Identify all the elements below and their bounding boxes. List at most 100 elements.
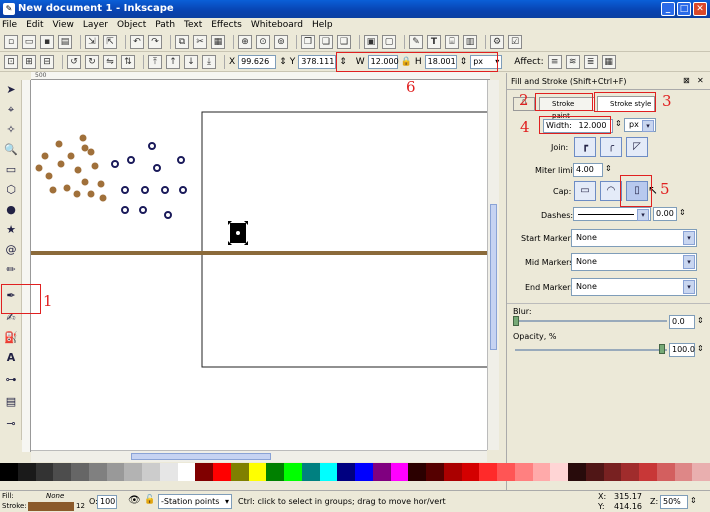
copy-icon[interactable]: ⧉ bbox=[175, 34, 189, 49]
swatch[interactable] bbox=[88, 463, 107, 481]
tweak-tool-icon[interactable]: ✧ bbox=[3, 122, 19, 138]
swatch[interactable] bbox=[106, 463, 125, 481]
swatch[interactable] bbox=[230, 463, 249, 481]
blur-field[interactable]: 0.0 bbox=[669, 315, 695, 329]
transform-patterns-icon[interactable]: ▦ bbox=[601, 54, 616, 69]
close-button[interactable]: ✕ bbox=[693, 2, 707, 16]
swatch[interactable] bbox=[461, 463, 480, 481]
scale-stroke-icon[interactable]: ≡ bbox=[547, 54, 562, 69]
stroke-swatch[interactable] bbox=[28, 502, 74, 511]
bevel-join-button[interactable]: ◸ bbox=[626, 137, 648, 157]
deselect-icon[interactable]: ⊟ bbox=[40, 54, 54, 69]
swatch[interactable] bbox=[337, 463, 355, 481]
zoom-spin-icon[interactable]: ⇕ bbox=[690, 496, 697, 505]
star-tool-icon[interactable]: ★ bbox=[3, 222, 19, 238]
group-icon[interactable]: ▣ bbox=[364, 34, 378, 49]
opacity-spin-icon[interactable]: ⇕ bbox=[697, 344, 704, 353]
swatch[interactable] bbox=[248, 463, 267, 481]
swatch[interactable] bbox=[621, 463, 639, 481]
menu-help[interactable]: Help bbox=[312, 20, 333, 30]
redo-icon[interactable]: ↷ bbox=[148, 34, 162, 49]
butt-cap-button[interactable]: ▭ bbox=[574, 181, 596, 201]
vertical-scroll-thumb[interactable] bbox=[490, 204, 497, 350]
fill-stroke-icon[interactable]: ✎ bbox=[409, 34, 423, 49]
menu-object[interactable]: Object bbox=[117, 20, 146, 30]
swatch[interactable] bbox=[656, 463, 675, 481]
mid-markers-select[interactable]: None ▾ bbox=[571, 253, 697, 271]
menu-effects[interactable]: Effects bbox=[211, 20, 242, 30]
panel-collapse-icon[interactable]: ⊠ bbox=[683, 76, 690, 85]
y-field[interactable]: 378.111 bbox=[298, 54, 337, 69]
menu-layer[interactable]: Layer bbox=[83, 20, 108, 30]
paint-bucket-tool-icon[interactable]: ⛽ bbox=[3, 330, 19, 346]
swatch[interactable] bbox=[550, 463, 568, 481]
open-icon[interactable]: ▭ bbox=[22, 34, 36, 49]
swatch[interactable] bbox=[284, 463, 302, 481]
rectangle-tool-icon[interactable]: ▭ bbox=[3, 162, 19, 178]
swatch[interactable] bbox=[0, 463, 18, 481]
dashes-offset-field[interactable]: 0.00 bbox=[653, 207, 677, 221]
swatch[interactable] bbox=[639, 463, 657, 481]
swatch[interactable] bbox=[159, 463, 178, 481]
drawing-canvas[interactable] bbox=[31, 80, 487, 450]
import-icon[interactable]: ⇲ bbox=[85, 34, 99, 49]
menu-path[interactable]: Path bbox=[155, 20, 175, 30]
xml-editor-icon[interactable]: ⌸ bbox=[445, 34, 459, 49]
raise-to-top-icon[interactable]: ⤒ bbox=[148, 54, 162, 69]
swatch[interactable] bbox=[355, 463, 373, 481]
swatch[interactable] bbox=[479, 463, 497, 481]
text-tool-icon[interactable]: A bbox=[3, 350, 19, 366]
lock-icon[interactable]: 🔓 bbox=[144, 495, 155, 505]
zoom-selection-icon[interactable]: ⊕ bbox=[238, 34, 252, 49]
connector-tool-icon[interactable]: ⊶ bbox=[3, 372, 19, 388]
swatch[interactable] bbox=[53, 463, 71, 481]
miter-join-button[interactable]: ┏ bbox=[574, 137, 596, 157]
swatch[interactable] bbox=[532, 463, 551, 481]
lower-icon[interactable]: ↓ bbox=[184, 54, 198, 69]
rotate-ccw-icon[interactable]: ↺ bbox=[67, 54, 81, 69]
swatch[interactable] bbox=[585, 463, 604, 481]
swatch[interactable] bbox=[514, 463, 533, 481]
swatch[interactable] bbox=[195, 463, 213, 481]
clone-icon[interactable]: ❏ bbox=[319, 34, 333, 49]
rotate-cw-icon[interactable]: ↻ bbox=[85, 54, 99, 69]
swatch[interactable] bbox=[390, 463, 409, 481]
swatch[interactable] bbox=[426, 463, 444, 481]
horizontal-scroll-thumb[interactable] bbox=[131, 453, 271, 460]
duplicate-icon[interactable]: ❐ bbox=[301, 34, 315, 49]
menu-text[interactable]: Text bbox=[184, 20, 202, 30]
unlink-clone-icon[interactable]: ❑ bbox=[337, 34, 351, 49]
paste-icon[interactable]: ▦ bbox=[211, 34, 225, 49]
swatch[interactable] bbox=[17, 463, 36, 481]
ellipse-tool-icon[interactable]: ● bbox=[3, 202, 19, 218]
select-all-icon[interactable]: ⊡ bbox=[4, 54, 18, 69]
scale-corners-icon[interactable]: ≋ bbox=[565, 54, 580, 69]
text-font-icon[interactable]: T bbox=[427, 34, 441, 49]
select-all-layers-icon[interactable]: ⊞ bbox=[22, 54, 36, 69]
zoom-tool-icon[interactable]: 🔍 bbox=[3, 142, 19, 158]
menu-file[interactable]: File bbox=[2, 20, 17, 30]
flip-horizontal-icon[interactable]: ⇋ bbox=[103, 54, 117, 69]
swatch[interactable] bbox=[301, 463, 320, 481]
eye-icon[interactable]: 👁 bbox=[128, 495, 141, 506]
zoom-drawing-icon[interactable]: ⊙ bbox=[256, 34, 270, 49]
x-field[interactable]: 99.626 bbox=[238, 54, 277, 69]
end-markers-select[interactable]: None ▾ bbox=[571, 278, 697, 296]
swatch[interactable] bbox=[142, 463, 160, 481]
opacity-slider-track[interactable] bbox=[515, 349, 667, 351]
opacity-slider-handle[interactable] bbox=[659, 344, 665, 354]
status-opacity-field[interactable]: 100 bbox=[97, 495, 117, 509]
export-icon[interactable]: ⇱ bbox=[103, 34, 117, 49]
lower-to-bottom-icon[interactable]: ⤓ bbox=[202, 54, 216, 69]
cut-icon[interactable]: ✂ bbox=[193, 34, 207, 49]
align-distribute-icon[interactable]: ▥ bbox=[463, 34, 477, 49]
blur-spin-icon[interactable]: ⇕ bbox=[697, 316, 704, 325]
gradient-tool-icon[interactable]: ▤ bbox=[3, 394, 19, 410]
swatch[interactable] bbox=[266, 463, 284, 481]
pencil-tool-icon[interactable]: ✏ bbox=[3, 262, 19, 278]
node-tool-icon[interactable]: ⌖ bbox=[3, 102, 19, 118]
blur-slider-track[interactable] bbox=[515, 320, 667, 322]
width-spin-icon[interactable]: ⇕ bbox=[615, 119, 622, 128]
horizontal-scrollbar[interactable] bbox=[31, 450, 487, 462]
swatch[interactable] bbox=[71, 463, 89, 481]
